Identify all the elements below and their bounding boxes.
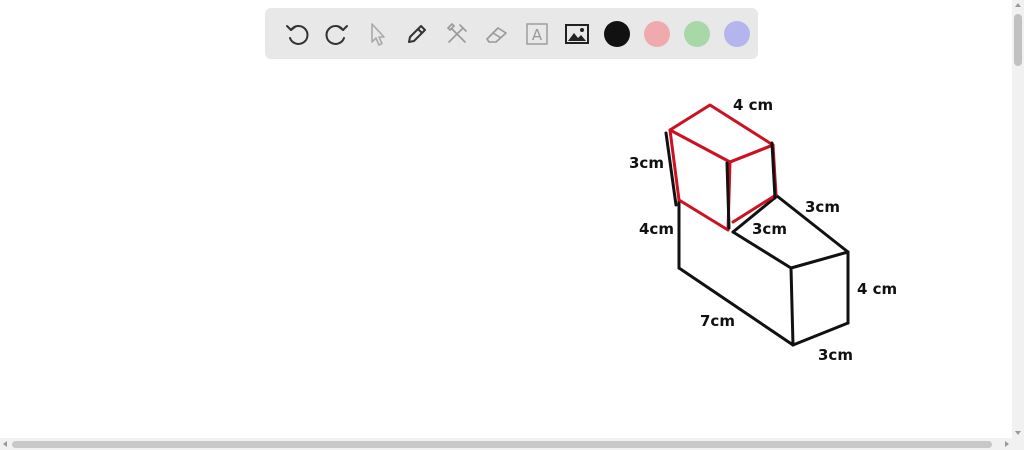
undo-button[interactable] bbox=[277, 14, 317, 54]
text-tool-glyph: A bbox=[532, 26, 543, 44]
label-base-right-height: 4 cm bbox=[857, 280, 897, 298]
pointer-icon bbox=[371, 22, 385, 46]
eraser-icon bbox=[486, 26, 507, 43]
color-swatch-blue[interactable] bbox=[724, 20, 750, 47]
select-tool-button[interactable] bbox=[357, 14, 397, 54]
label-top-cube-width: 4 cm bbox=[733, 96, 773, 114]
text-icon: A bbox=[526, 22, 548, 45]
drawing-toolbar: A bbox=[265, 8, 758, 59]
label-base-length: 7cm bbox=[700, 312, 735, 330]
vertical-scrollbar[interactable] bbox=[1012, 0, 1024, 438]
scroll-left-arrow-icon[interactable] bbox=[3, 441, 7, 447]
tools-icon bbox=[446, 22, 467, 43]
horizontal-scroll-thumb[interactable] bbox=[12, 441, 992, 448]
redo-icon bbox=[325, 24, 348, 45]
redo-button[interactable] bbox=[317, 14, 357, 54]
horizontal-scrollbar[interactable] bbox=[0, 438, 1024, 450]
image-icon bbox=[565, 23, 589, 44]
label-base-left-height: 4cm bbox=[639, 220, 674, 238]
pen-icon bbox=[408, 24, 426, 43]
vertical-scroll-thumb[interactable] bbox=[1014, 14, 1022, 66]
color-swatch-black[interactable] bbox=[604, 20, 630, 47]
label-base-top-depth: 3cm bbox=[805, 198, 840, 216]
undo-icon bbox=[286, 24, 309, 45]
label-base-bottom-depth: 3cm bbox=[818, 346, 853, 364]
scroll-down-arrow-icon[interactable] bbox=[1015, 431, 1021, 435]
scroll-up-arrow-icon[interactable] bbox=[1015, 3, 1021, 7]
color-swatch-green[interactable] bbox=[684, 20, 710, 47]
text-tool-button[interactable]: A bbox=[517, 14, 557, 54]
tools-button[interactable] bbox=[437, 14, 477, 54]
color-swatch-red[interactable] bbox=[644, 20, 670, 47]
pen-tool-button[interactable] bbox=[397, 14, 437, 54]
scroll-right-arrow-icon[interactable] bbox=[1005, 441, 1009, 447]
eraser-tool-button[interactable] bbox=[477, 14, 517, 54]
image-tool-button[interactable] bbox=[557, 14, 597, 54]
label-top-cube-depth: 3cm bbox=[752, 220, 787, 238]
label-top-cube-height: 3cm bbox=[629, 154, 664, 172]
drawing-canvas[interactable]: 4 cm 3cm 3cm 4cm 3cm 4 cm 7cm 3cm bbox=[0, 0, 1012, 438]
